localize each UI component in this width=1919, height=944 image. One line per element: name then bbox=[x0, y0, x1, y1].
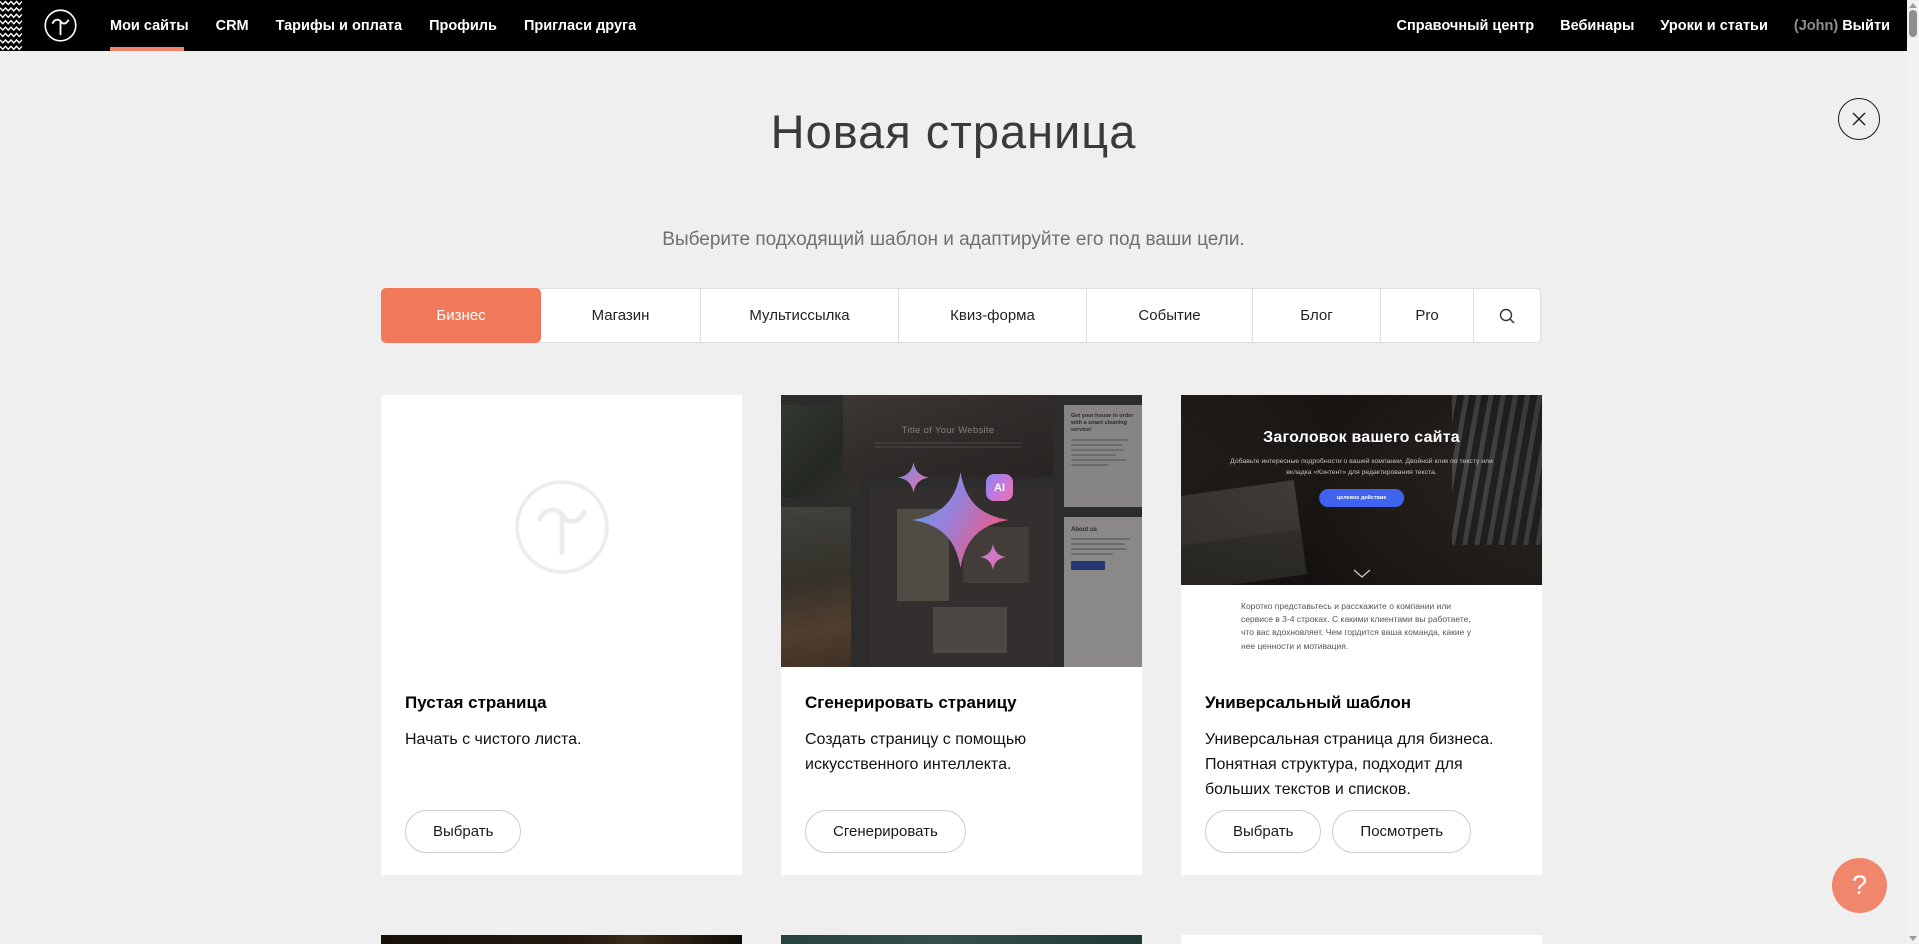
logout-link[interactable]: Выйти bbox=[1842, 18, 1890, 34]
card-body: Универсальный шаблон Универсальная стран… bbox=[1181, 667, 1542, 802]
page-subtitle: Выберите подходящий шаблон и адаптируйте… bbox=[0, 229, 1907, 251]
nav-right: Справочный центр Вебинары Уроки и статьи… bbox=[1397, 0, 1890, 51]
card-actions: Выбрать Посмотреть bbox=[1205, 810, 1471, 853]
scrollbar-up-arrow[interactable] bbox=[1909, 3, 1917, 8]
card-actions: Выбрать bbox=[405, 810, 521, 853]
screen: Мои сайты CRM Тарифы и оплата Профиль Пр… bbox=[0, 0, 1919, 944]
template-card-partial[interactable] bbox=[381, 935, 742, 944]
card-body: Сгенерировать страницу Создать страницу … bbox=[781, 667, 1142, 778]
nav-item-crm[interactable]: CRM bbox=[216, 18, 249, 34]
card-description: Универсальная страница для бизнеса. Поня… bbox=[1205, 728, 1518, 802]
nav-left: Мои сайты CRM Тарифы и оплата Профиль Пр… bbox=[110, 0, 636, 51]
nav-item-pricing[interactable]: Тарифы и оплата bbox=[276, 18, 402, 34]
user-name: (John) bbox=[1794, 18, 1838, 34]
nav-item-webinars[interactable]: Вебинары bbox=[1560, 18, 1634, 34]
help-button[interactable]: ? bbox=[1832, 858, 1887, 913]
active-nav-underline bbox=[110, 47, 184, 51]
top-navbar: Мои сайты CRM Тарифы и оплата Профиль Пр… bbox=[0, 0, 1919, 51]
card-actions: Сгенерировать bbox=[805, 810, 966, 853]
search-icon bbox=[1498, 307, 1516, 325]
tab-business[interactable]: Бизнес bbox=[381, 288, 541, 343]
choose-button[interactable]: Выбрать bbox=[405, 810, 521, 853]
card-title: Сгенерировать страницу bbox=[805, 693, 1118, 713]
card-title: Пустая страница bbox=[405, 693, 718, 713]
preview-subtext: Добавьте интересные подробности о вашей … bbox=[1217, 457, 1506, 479]
ai-collage-preview: Title of Your Website Get your house in … bbox=[781, 395, 1142, 667]
generate-button[interactable]: Сгенерировать bbox=[805, 810, 966, 853]
tab-search[interactable] bbox=[1474, 289, 1539, 342]
nav-item-profile[interactable]: Профиль bbox=[429, 18, 497, 34]
blank-page-preview bbox=[381, 395, 742, 667]
nav-item-invite-friend[interactable]: Пригласи друга bbox=[524, 18, 636, 34]
tab-quiz-form[interactable]: Квиз-форма bbox=[899, 289, 1087, 342]
card-universal-template[interactable]: Заголовок вашего сайта Добавьте интересн… bbox=[1181, 395, 1542, 875]
scrollbar-down-arrow[interactable] bbox=[1909, 936, 1917, 941]
universal-template-preview: Заголовок вашего сайта Добавьте интересн… bbox=[1181, 395, 1542, 667]
card-blank-page[interactable]: Пустая страница Начать с чистого листа. … bbox=[381, 395, 742, 875]
preview-heading: Заголовок вашего сайта bbox=[1181, 429, 1542, 447]
template-category-tabs: Бизнес Магазин Мультиссылка Квиз-форма С… bbox=[381, 288, 1541, 343]
tilda-logo-icon[interactable] bbox=[44, 9, 77, 42]
tab-multilink[interactable]: Мультиссылка bbox=[701, 289, 899, 342]
ai-badge: AI bbox=[986, 474, 1013, 501]
nav-item-help-center[interactable]: Справочный центр bbox=[1397, 18, 1535, 34]
card-ai-generate[interactable]: Title of Your Website Get your house in … bbox=[781, 395, 1142, 875]
card-description: Начать с чистого листа. bbox=[405, 728, 718, 753]
template-cards-row: Пустая страница Начать с чистого листа. … bbox=[381, 395, 1542, 875]
card-body: Пустая страница Начать с чистого листа. bbox=[381, 667, 742, 753]
tab-blog[interactable]: Блог bbox=[1253, 289, 1381, 342]
chevron-down-icon bbox=[1353, 569, 1371, 578]
scrollbar[interactable] bbox=[1907, 0, 1919, 944]
tilda-watermark-icon bbox=[514, 479, 610, 575]
tab-store[interactable]: Магазин bbox=[541, 289, 701, 342]
card-description: Создать страницу с помощью искусственног… bbox=[805, 728, 1118, 778]
template-card-partial[interactable] bbox=[1181, 935, 1542, 944]
tab-event[interactable]: Событие bbox=[1087, 289, 1253, 342]
choose-button[interactable]: Выбрать bbox=[1205, 810, 1321, 853]
template-card-partial[interactable] bbox=[781, 935, 1142, 944]
view-button[interactable]: Посмотреть bbox=[1332, 810, 1471, 853]
preview-cta-button: целевое действие bbox=[1319, 489, 1405, 507]
user-logout: (John) Выйти bbox=[1794, 18, 1890, 34]
card-title: Универсальный шаблон bbox=[1205, 693, 1518, 713]
nav-item-my-sites[interactable]: Мои сайты bbox=[110, 18, 189, 34]
ai-sparkle-tiny-icon bbox=[980, 544, 1006, 570]
zigzag-decoration bbox=[0, 0, 22, 51]
template-cards-row-2 bbox=[381, 935, 1542, 944]
page-title: Новая страница bbox=[0, 104, 1907, 159]
preview-body-text: Коротко представьтесь и расскажите о ком… bbox=[1241, 600, 1481, 653]
tab-pro[interactable]: Pro bbox=[1381, 289, 1474, 342]
preview-body: Коротко представьтесь и расскажите о ком… bbox=[1181, 585, 1542, 667]
nav-item-lessons[interactable]: Уроки и статьи bbox=[1660, 18, 1767, 34]
preview-hero: Заголовок вашего сайта Добавьте интересн… bbox=[1181, 395, 1542, 585]
scrollbar-thumb[interactable] bbox=[1909, 10, 1917, 37]
